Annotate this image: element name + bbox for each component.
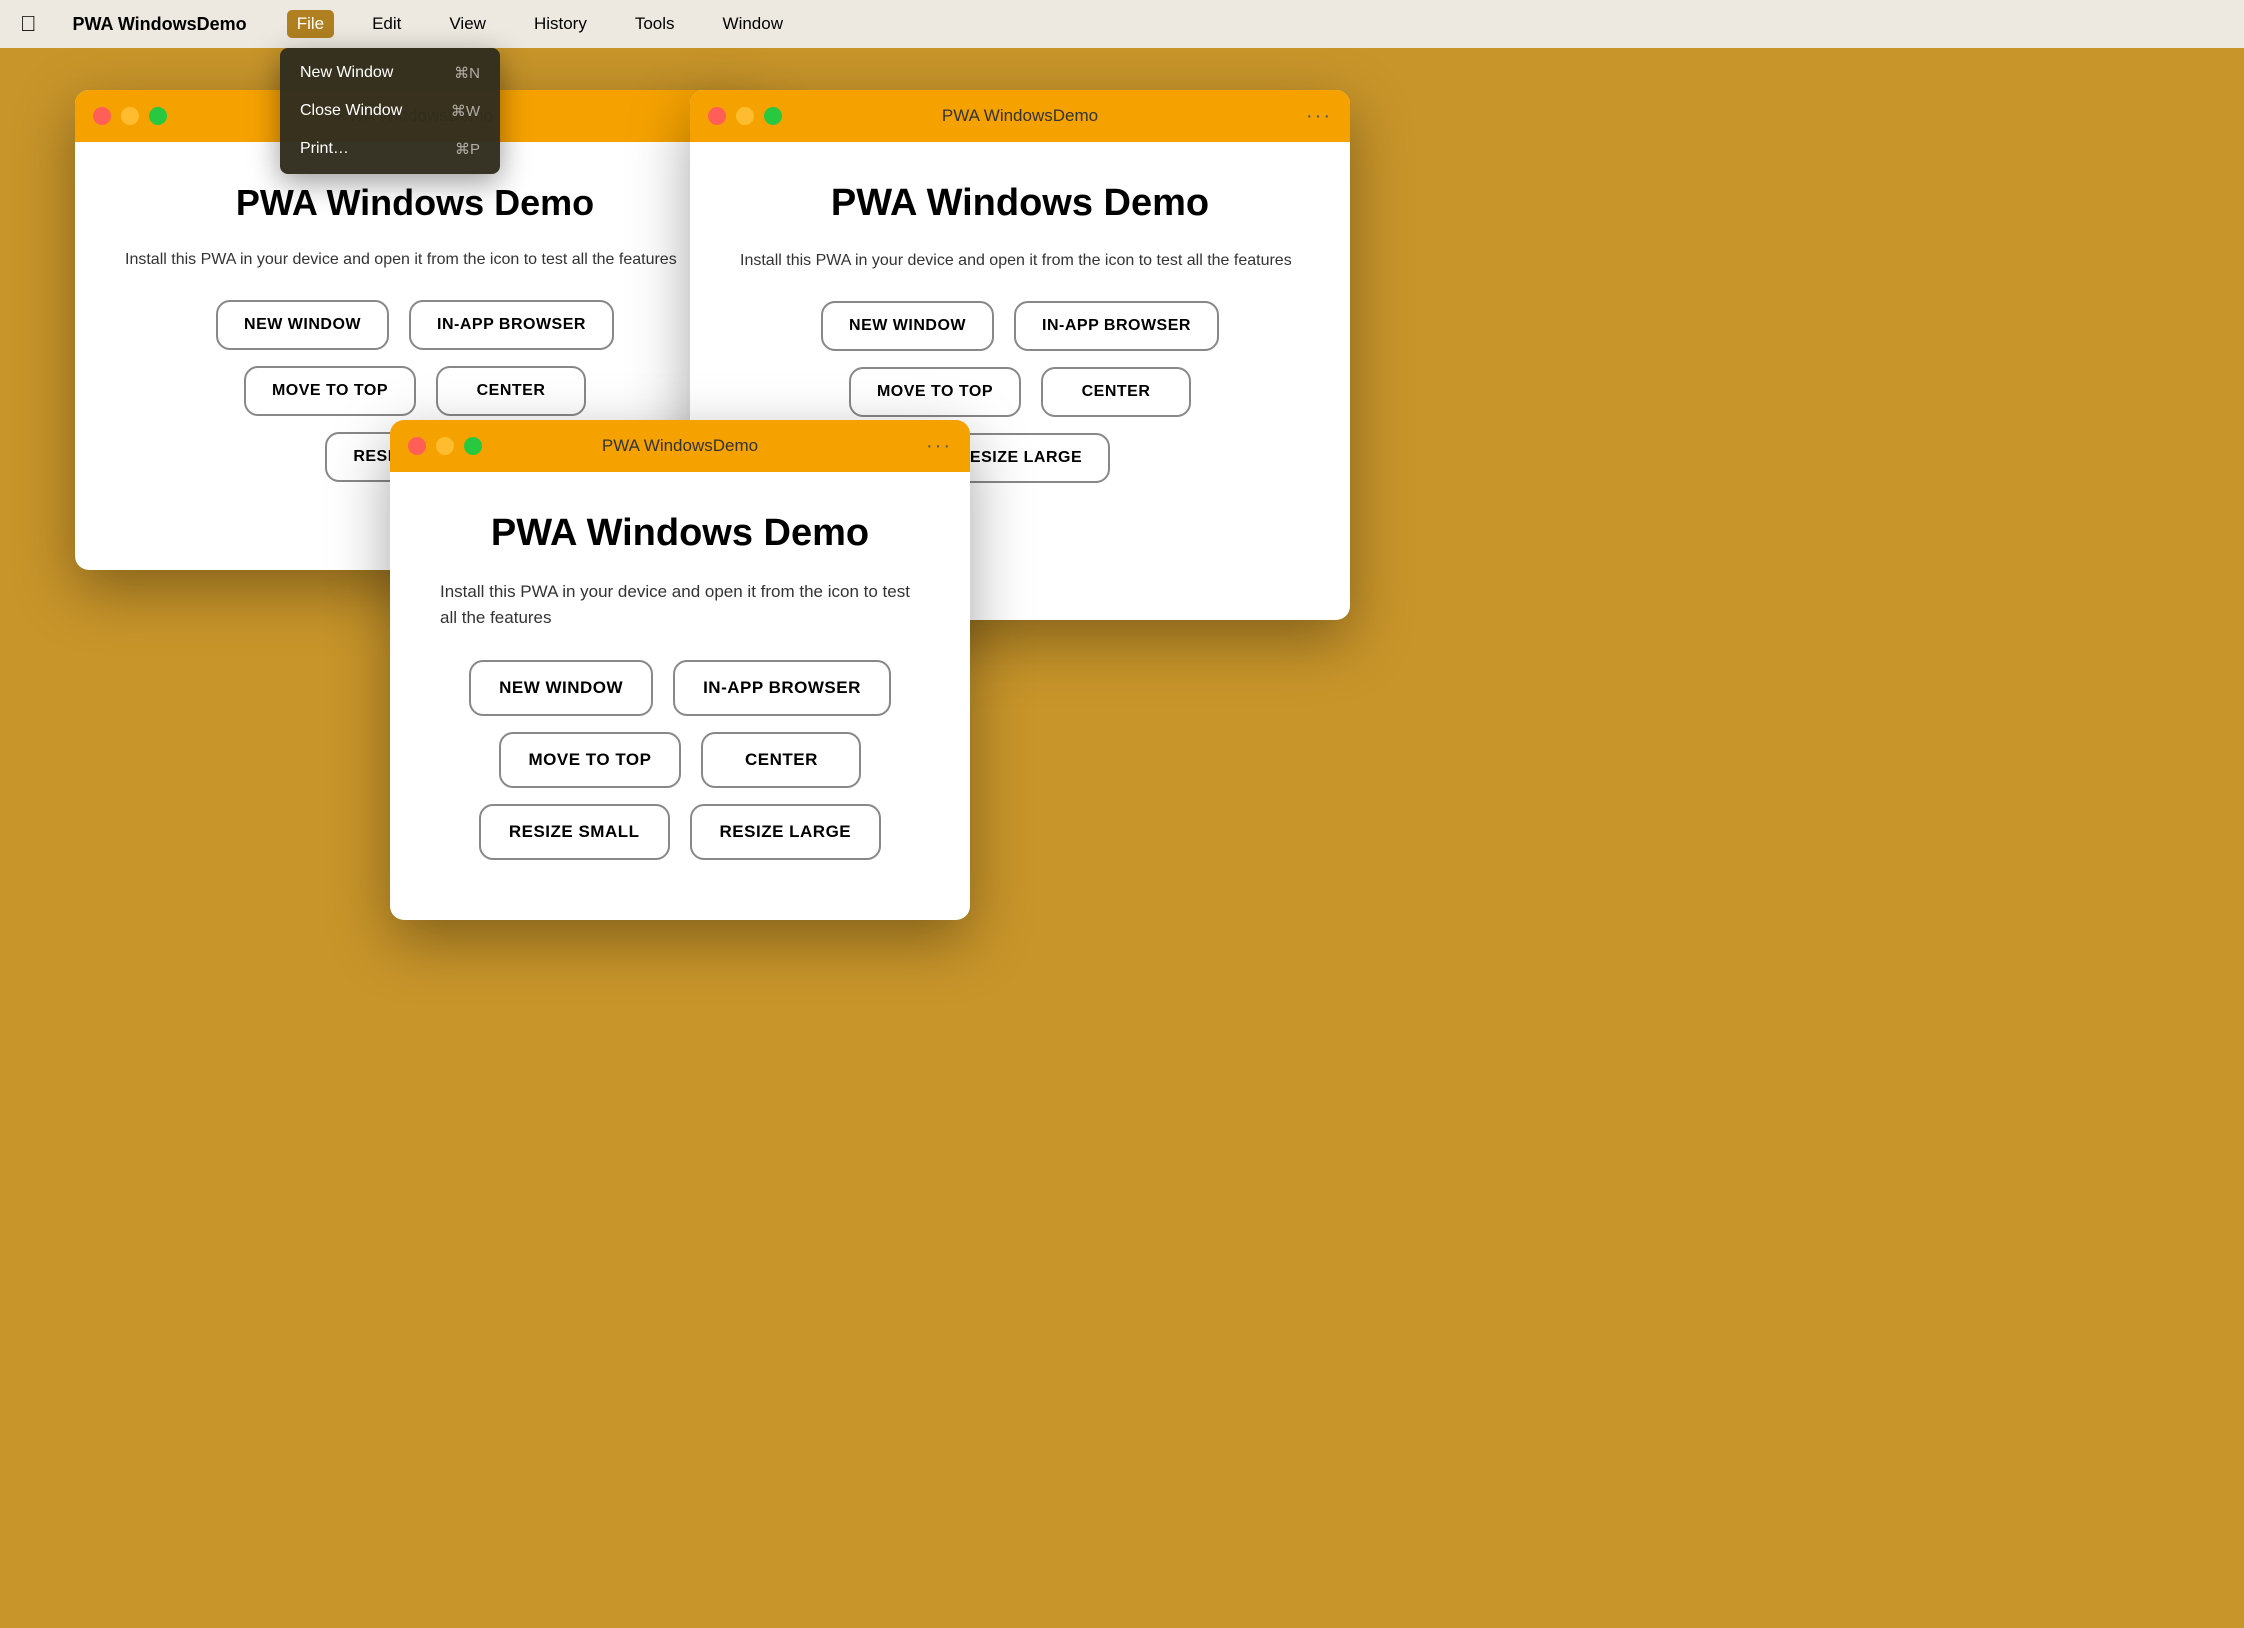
btn-move-top-3[interactable]: MOVE TO TOP	[499, 732, 682, 788]
maximize-button-2[interactable]	[764, 107, 782, 125]
new-window-shortcut: ⌘N	[454, 64, 480, 82]
btn-resize-small-3[interactable]: RESIZE SMALL	[479, 804, 670, 860]
btn-new-window-2[interactable]: NEW WINDOW	[821, 301, 994, 351]
btn-inapp-browser-2[interactable]: IN-APP BROWSER	[1014, 301, 1219, 351]
menu-item-close-window[interactable]: Close Window ⌘W	[280, 92, 500, 130]
btn-move-top-1[interactable]: MOVE TO TOP	[244, 366, 416, 416]
btn-row-2-1: NEW WINDOW IN-APP BROWSER	[821, 301, 1219, 351]
btn-center-1[interactable]: CENTER	[436, 366, 586, 416]
window-heading-3: PWA Windows Demo	[440, 512, 920, 555]
btn-row-1-2: MOVE TO TOP CENTER	[244, 366, 586, 416]
btn-inapp-browser-3[interactable]: IN-APP BROWSER	[673, 660, 891, 716]
maximize-button-3[interactable]	[464, 437, 482, 455]
window-description-3: Install this PWA in your device and open…	[440, 579, 920, 630]
btn-inapp-browser-1[interactable]: IN-APP BROWSER	[409, 300, 614, 350]
btn-row-3-2: MOVE TO TOP CENTER	[499, 732, 862, 788]
window-controls-2	[708, 107, 782, 125]
menu-item-new-window[interactable]: New Window ⌘N	[280, 54, 500, 92]
window-controls-1	[93, 107, 167, 125]
pwa-window-3: PWA WindowsDemo ··· PWA Windows Demo Ins…	[390, 420, 970, 920]
button-grid-3: NEW WINDOW IN-APP BROWSER MOVE TO TOP CE…	[440, 660, 920, 860]
print-shortcut: ⌘P	[455, 140, 480, 158]
apple-menu-icon[interactable]: 	[20, 11, 37, 37]
window-title-2: PWA WindowsDemo	[942, 106, 1098, 126]
close-window-label: Close Window	[300, 102, 402, 120]
window-heading-2: PWA Windows Demo	[740, 182, 1300, 225]
window-menu-3[interactable]: ···	[926, 435, 952, 458]
btn-resize-large-3[interactable]: RESIZE LARGE	[690, 804, 882, 860]
new-window-label: New Window	[300, 64, 393, 82]
print-label: Print…	[300, 140, 349, 158]
app-name: PWA WindowsDemo	[73, 14, 247, 35]
close-button-1[interactable]	[93, 107, 111, 125]
btn-row-1-1: NEW WINDOW IN-APP BROWSER	[216, 300, 614, 350]
maximize-button-1[interactable]	[149, 107, 167, 125]
titlebar-2: PWA WindowsDemo ···	[690, 90, 1350, 142]
window-heading-1: PWA Windows Demo	[125, 182, 705, 224]
btn-new-window-3[interactable]: NEW WINDOW	[469, 660, 653, 716]
window-controls-3	[408, 437, 482, 455]
menu-window[interactable]: Window	[713, 10, 793, 38]
btn-center-2[interactable]: CENTER	[1041, 367, 1191, 417]
window-menu-2[interactable]: ···	[1306, 105, 1332, 128]
minimize-button-2[interactable]	[736, 107, 754, 125]
menu-edit[interactable]: Edit	[362, 10, 411, 38]
menubar:  PWA WindowsDemo File Edit View History…	[0, 0, 2244, 48]
btn-row-2-2: MOVE TO TOP CENTER	[849, 367, 1191, 417]
window-description-2: Install this PWA in your device and open…	[740, 249, 1300, 273]
menu-item-print[interactable]: Print… ⌘P	[280, 130, 500, 168]
menu-file[interactable]: File	[287, 10, 334, 38]
close-window-shortcut: ⌘W	[451, 102, 480, 120]
titlebar-3: PWA WindowsDemo ···	[390, 420, 970, 472]
menu-tools[interactable]: Tools	[625, 10, 685, 38]
menu-view[interactable]: View	[439, 10, 496, 38]
btn-new-window-1[interactable]: NEW WINDOW	[216, 300, 389, 350]
file-dropdown-menu: New Window ⌘N Close Window ⌘W Print… ⌘P	[280, 48, 500, 174]
btn-row-3-3: RESIZE SMALL RESIZE LARGE	[479, 804, 881, 860]
close-button-3[interactable]	[408, 437, 426, 455]
btn-move-top-2[interactable]: MOVE TO TOP	[849, 367, 1021, 417]
btn-row-3-1: NEW WINDOW IN-APP BROWSER	[469, 660, 891, 716]
close-button-2[interactable]	[708, 107, 726, 125]
menu-history[interactable]: History	[524, 10, 597, 38]
window-title-3: PWA WindowsDemo	[602, 436, 758, 456]
window-description-1: Install this PWA in your device and open…	[125, 248, 705, 272]
minimize-button-3[interactable]	[436, 437, 454, 455]
minimize-button-1[interactable]	[121, 107, 139, 125]
btn-center-3[interactable]: CENTER	[701, 732, 861, 788]
window-content-3: PWA Windows Demo Install this PWA in you…	[390, 472, 970, 910]
